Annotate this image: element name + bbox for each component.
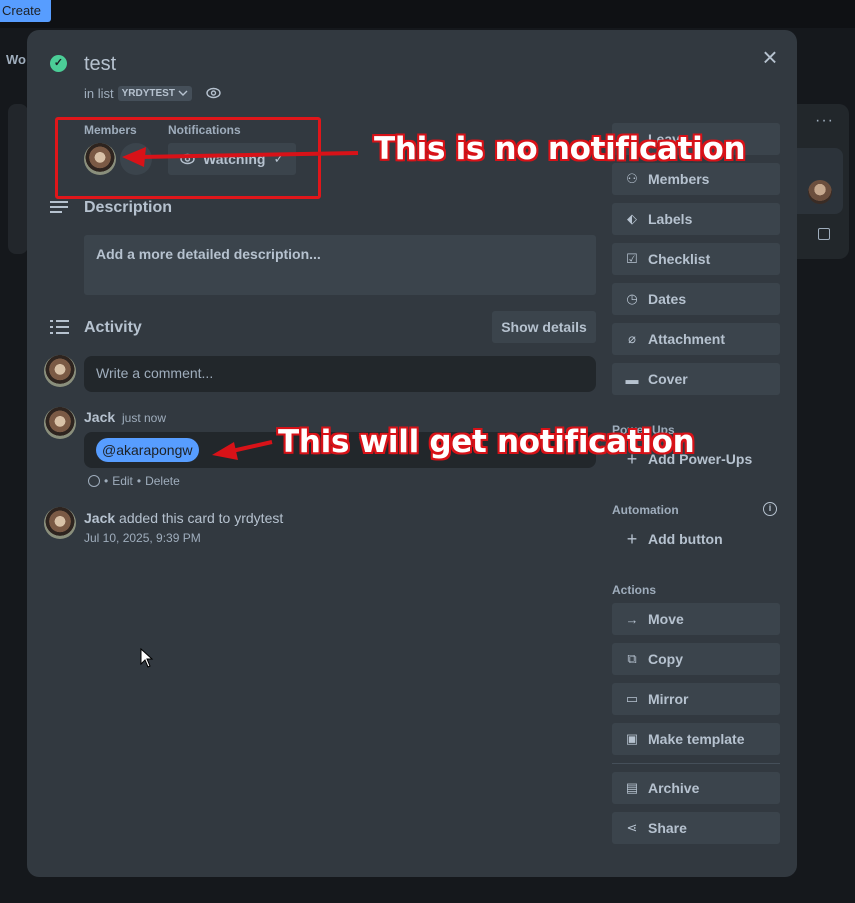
card-member-avatar	[808, 180, 832, 204]
automation-label: Automation	[612, 503, 679, 517]
separator: •	[136, 474, 142, 488]
edit-comment-link[interactable]: Edit	[112, 474, 133, 488]
eye-icon[interactable]	[206, 86, 221, 100]
labels-button-label: Labels	[648, 211, 693, 227]
activity-icon	[50, 320, 69, 334]
delete-comment-link[interactable]: Delete	[145, 474, 180, 488]
separator: •	[104, 474, 109, 488]
activity-title: Activity	[84, 319, 142, 336]
activity-entry: Jack added this card to yrdytest	[84, 510, 283, 526]
list-name: YRDYTEST	[121, 88, 175, 99]
mirror-icon: ▭	[625, 691, 639, 706]
archive-icon: ▤	[625, 780, 639, 795]
plus-icon: +	[626, 528, 638, 549]
comment-input[interactable]: Write a comment...	[84, 356, 596, 392]
activity-timestamp[interactable]: Jul 10, 2025, 9:39 PM	[84, 531, 201, 545]
in-list-line: in list YRDYTEST	[84, 86, 192, 101]
cover-button[interactable]: ▬ Cover	[612, 363, 780, 395]
add-reaction-icon[interactable]	[88, 475, 100, 487]
create-button[interactable]: Create	[0, 0, 51, 22]
list-menu-icon[interactable]: ···	[815, 112, 834, 130]
annotation-highlight-box	[55, 117, 321, 199]
info-icon[interactable]: i	[763, 502, 777, 516]
person-icon: ⚇	[626, 171, 638, 186]
clock-icon: ◷	[626, 291, 638, 306]
activity-author[interactable]: Jack	[84, 510, 115, 526]
dates-button[interactable]: ◷ Dates	[612, 283, 780, 315]
activity-author-avatar[interactable]	[44, 507, 76, 539]
annotation-bottom: This will get notification	[278, 424, 695, 460]
arrow-right-icon: →	[625, 611, 639, 627]
card-title[interactable]: test	[84, 53, 116, 76]
share-label: Share	[648, 820, 687, 836]
actions-divider	[612, 763, 780, 764]
show-details-button[interactable]: Show details	[492, 311, 596, 343]
template-icon: ▣	[625, 731, 639, 746]
board-list-left	[8, 104, 28, 254]
comment-time[interactable]: just now	[122, 411, 166, 425]
top-bar	[0, 0, 855, 28]
make-template-label: Make template	[648, 731, 745, 747]
activity-text: added this card to yrdytest	[119, 510, 284, 526]
chevron-down-icon	[178, 90, 188, 96]
checkbox-icon: ☑	[626, 251, 638, 266]
card-copy-icon	[818, 228, 830, 240]
share-button[interactable]: ⋖ Share	[612, 812, 780, 844]
attachment-button[interactable]: ⌀ Attachment	[612, 323, 780, 355]
tag-icon: ⬖	[627, 211, 637, 226]
close-icon[interactable]: ×	[760, 44, 780, 70]
make-template-button[interactable]: ▣ Make template	[612, 723, 780, 755]
copy-label: Copy	[648, 651, 683, 667]
labels-button[interactable]: ⬖ Labels	[612, 203, 780, 235]
share-icon: ⋖	[626, 820, 638, 835]
description-input[interactable]: Add a more detailed description...	[84, 235, 596, 295]
cover-icon: ▬	[625, 371, 639, 387]
move-label: Move	[648, 611, 684, 627]
annotation-top: This is no notification	[374, 131, 746, 167]
archive-button[interactable]: ▤ Archive	[612, 772, 780, 804]
complete-check-icon[interactable]: ✓	[50, 55, 67, 72]
actions-label: Actions	[612, 583, 657, 597]
list-selector[interactable]: YRDYTEST	[117, 86, 192, 101]
archive-label: Archive	[648, 780, 700, 796]
move-button[interactable]: → Move	[612, 603, 780, 635]
mirror-button[interactable]: ▭ Mirror	[612, 683, 780, 715]
copy-button[interactable]: ⧉ Copy	[612, 643, 780, 675]
comment-actions: • Edit • Delete	[88, 474, 180, 488]
mouse-cursor-icon	[140, 648, 154, 668]
mention-chip[interactable]: @akarapongw	[96, 438, 199, 462]
add-button-label: Add button	[648, 531, 723, 547]
copy-icon: ⧉	[627, 651, 637, 666]
paperclip-icon: ⌀	[628, 331, 636, 346]
dates-button-label: Dates	[648, 291, 687, 307]
description-title: Description	[84, 199, 173, 216]
cover-button-label: Cover	[648, 371, 688, 387]
description-icon	[50, 201, 68, 213]
checklist-button-label: Checklist	[648, 251, 711, 267]
current-user-avatar	[44, 355, 76, 387]
mirror-label: Mirror	[648, 691, 689, 707]
members-button[interactable]: ⚇ Members	[612, 163, 780, 195]
comment-author[interactable]: Jack	[84, 409, 115, 425]
in-list-prefix: in list	[84, 86, 114, 101]
attachment-button-label: Attachment	[648, 331, 726, 347]
comment-author-avatar[interactable]	[44, 407, 76, 439]
checklist-button[interactable]: ☑ Checklist	[612, 243, 780, 275]
members-button-label: Members	[648, 171, 710, 187]
workspace-label: Wo	[6, 52, 26, 67]
add-button-button[interactable]: + Add button	[612, 523, 780, 555]
